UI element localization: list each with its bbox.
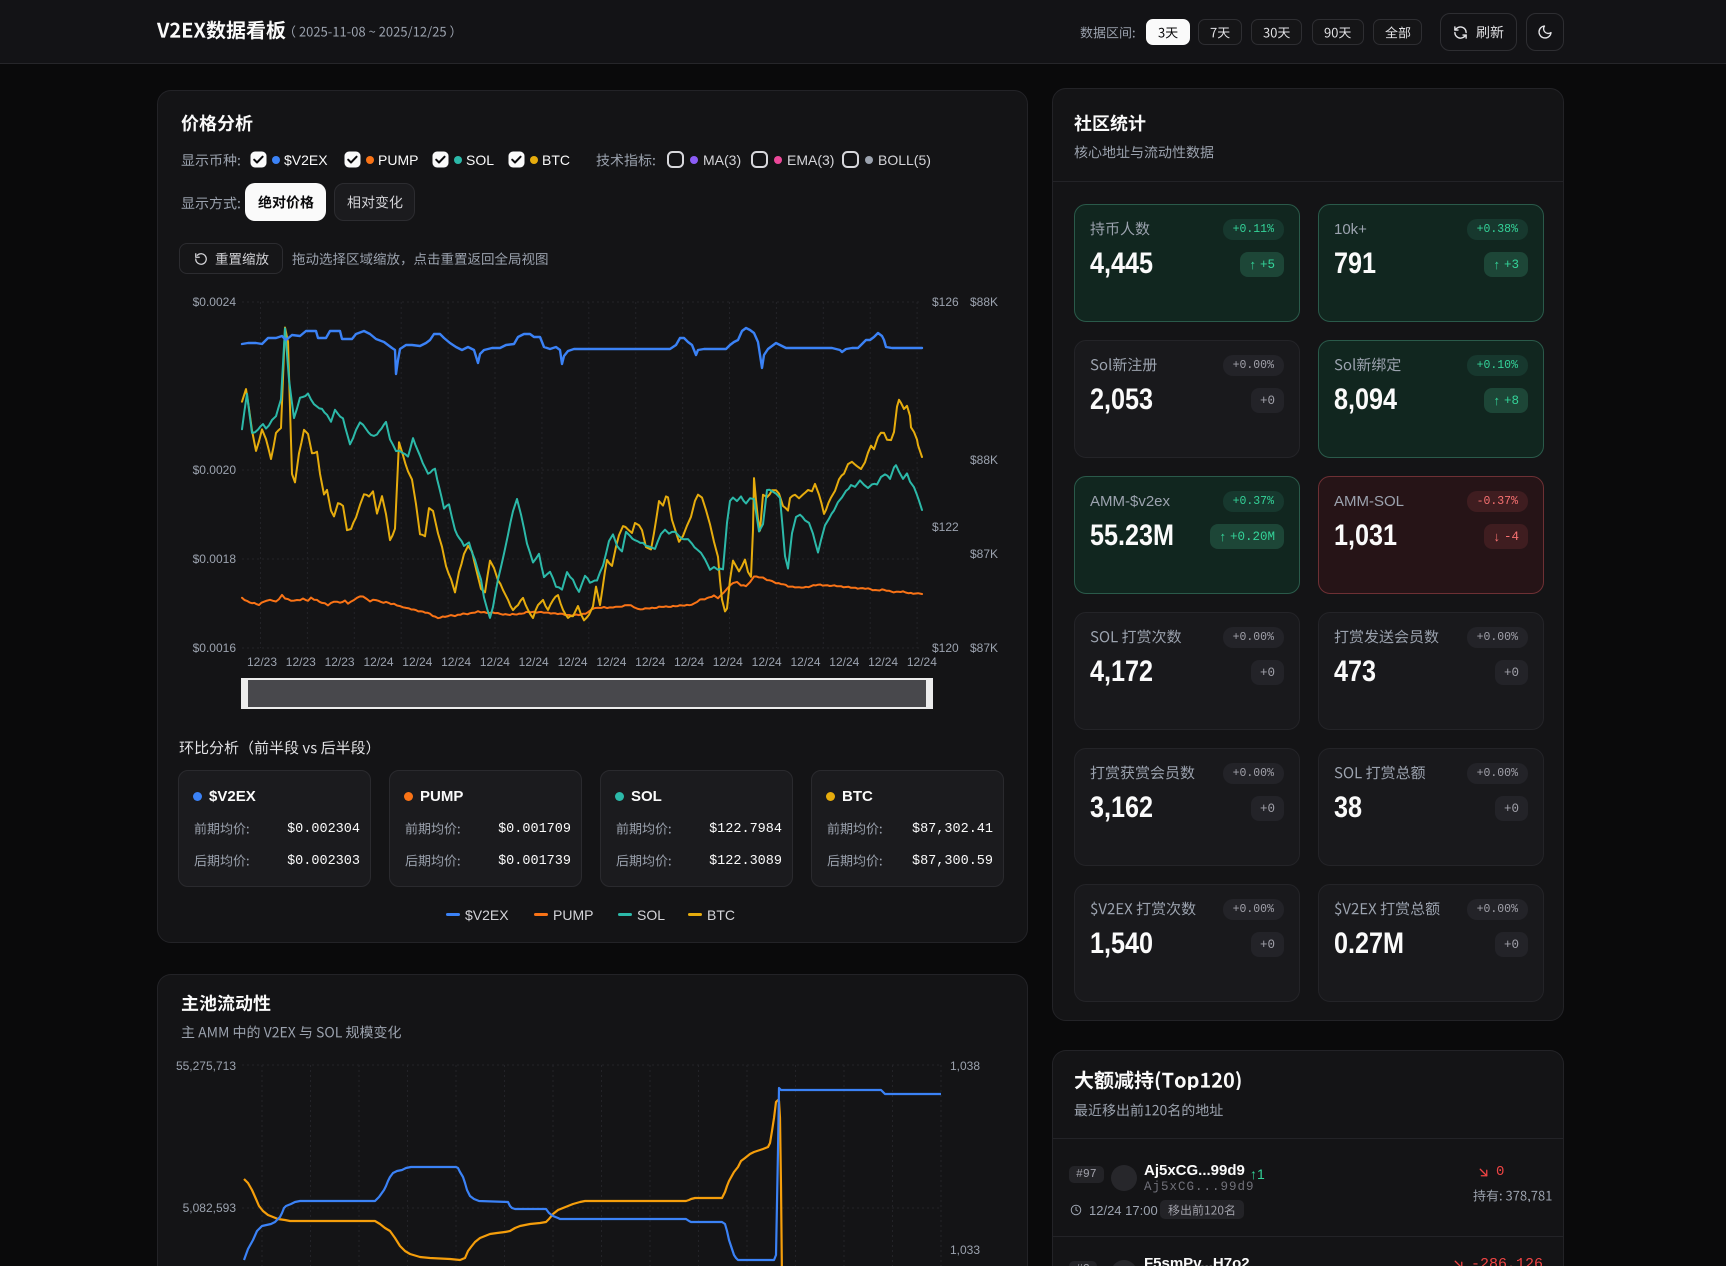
svg-text:12/24: 12/24 [363, 655, 393, 669]
svg-text:12/24: 12/24 [868, 655, 898, 669]
svg-text:12/23: 12/23 [325, 655, 355, 669]
svg-text:12/24: 12/24 [752, 655, 782, 669]
svg-text:1,033: 1,033 [950, 1243, 980, 1257]
svg-text:$88K: $88K [970, 295, 998, 309]
svg-text:12/24: 12/24 [596, 655, 626, 669]
svg-text:$120: $120 [932, 641, 959, 655]
svg-text:12/24: 12/24 [907, 655, 937, 669]
svg-text:$126: $126 [932, 295, 959, 309]
svg-text:1,038: 1,038 [950, 1059, 980, 1073]
svg-text:12/24: 12/24 [713, 655, 743, 669]
svg-text:$0.0020: $0.0020 [193, 463, 237, 477]
svg-text:5,082,593: 5,082,593 [183, 1201, 237, 1215]
svg-text:$87K: $87K [970, 547, 998, 561]
svg-text:12/24: 12/24 [829, 655, 859, 669]
svg-text:$88K: $88K [970, 453, 998, 467]
svg-text:12/24: 12/24 [790, 655, 820, 669]
svg-text:$87K: $87K [970, 641, 998, 655]
svg-text:12/24: 12/24 [519, 655, 549, 669]
svg-text:$122: $122 [932, 520, 959, 534]
svg-text:$0.0018: $0.0018 [193, 552, 237, 566]
svg-text:12/24: 12/24 [635, 655, 665, 669]
svg-text:12/23: 12/23 [286, 655, 316, 669]
svg-text:$0.0024: $0.0024 [193, 295, 237, 309]
svg-text:12/24: 12/24 [441, 655, 471, 669]
svg-text:12/24: 12/24 [558, 655, 588, 669]
svg-text:12/24: 12/24 [674, 655, 704, 669]
svg-text:55,275,713: 55,275,713 [176, 1059, 236, 1073]
svg-text:12/24: 12/24 [402, 655, 432, 669]
svg-text:12/23: 12/23 [247, 655, 277, 669]
svg-text:12/24: 12/24 [480, 655, 510, 669]
svg-text:$0.0016: $0.0016 [193, 641, 237, 655]
